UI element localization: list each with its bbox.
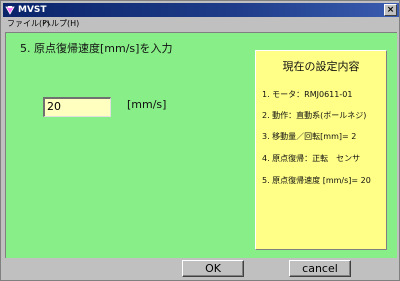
- speed-input[interactable]: 20: [43, 97, 111, 117]
- settings-item: 5. 原点復帰速度 [mm/s]= 20: [262, 176, 371, 185]
- main-content: 5. 原点復帰速度[mm/s]を入力 20 [mm/s] 現在の設定内容 1. …: [5, 32, 397, 258]
- settings-item: 1. モータ：RMJ0611-01: [262, 90, 353, 99]
- settings-item: 4. 原点復帰：正転 センサ: [262, 154, 361, 163]
- close-button[interactable]: ×: [384, 4, 397, 16]
- cancel-button[interactable]: cancel: [289, 260, 351, 277]
- menu-bar: ファイル(F) ヘルプ(H): [3, 17, 399, 30]
- settings-item: 3. 移動量／回転[mm]= 2: [262, 132, 357, 141]
- title-bar[interactable]: MVST ×: [3, 3, 399, 17]
- unit-label: [mm/s]: [127, 98, 167, 111]
- app-icon: [5, 6, 15, 15]
- app-window: MVST × ファイル(F) ヘルプ(H) 5. 原点復帰速度[mm/s]を入力…: [0, 0, 400, 281]
- settings-panel: 現在の設定内容 1. モータ：RMJ0611-01 2. 動作：直動系(ボールネ…: [255, 50, 387, 250]
- button-bar: OK cancel: [5, 258, 397, 280]
- prompt-title: 5. 原点復帰速度[mm/s]を入力: [20, 42, 173, 55]
- settings-item: 2. 動作：直動系(ボールネジ): [262, 111, 367, 120]
- window-title: MVST: [18, 5, 47, 15]
- menu-help[interactable]: ヘルプ(H): [43, 17, 79, 30]
- settings-title: 現在の設定内容: [282, 60, 360, 73]
- ok-button[interactable]: OK: [182, 260, 244, 277]
